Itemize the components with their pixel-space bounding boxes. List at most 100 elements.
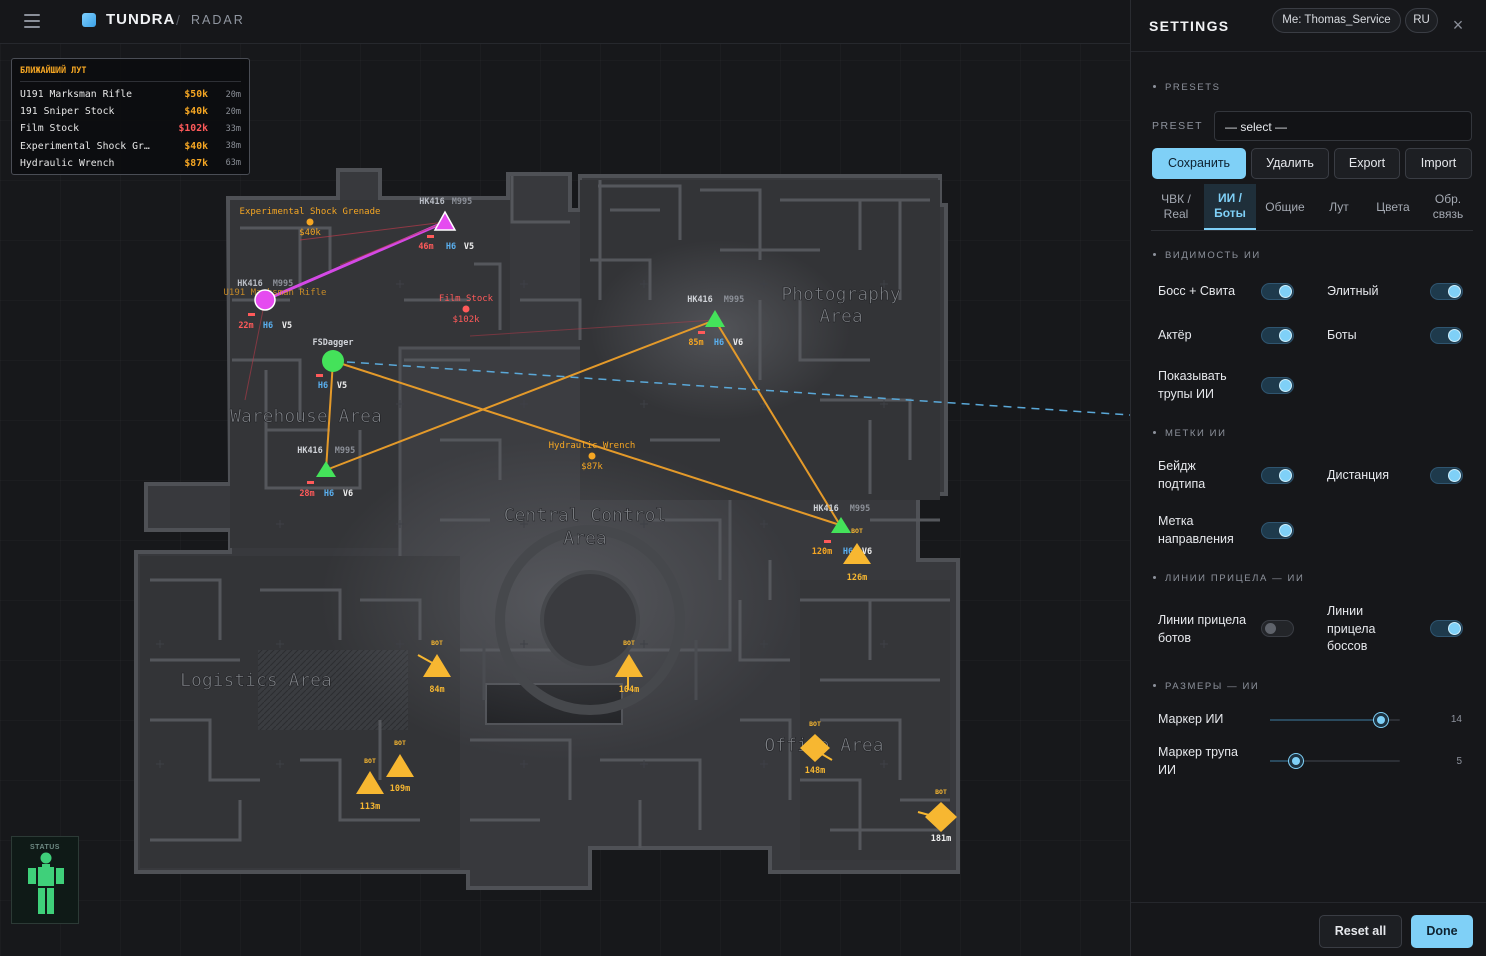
section-title-labels: МЕТКИ ИИ xyxy=(1153,428,1227,439)
svg-text:HK416: HK416 xyxy=(297,446,323,456)
toggle-bot-lines[interactable] xyxy=(1261,620,1294,637)
option-label-bot-lines: Линии прицела ботов xyxy=(1158,613,1247,645)
slider-ai-marker[interactable] xyxy=(1270,713,1400,727)
slider-thumb[interactable] xyxy=(1373,713,1388,727)
breadcrumb-separator: / xyxy=(176,12,180,28)
loot-row[interactable]: Hydraulic Wrench $87k 63m xyxy=(20,155,241,172)
svg-text:85m: 85m xyxy=(688,338,703,348)
settings-tabs: ЧВК / Real ИИ / Боты Общие Лут Цвета Обр… xyxy=(1151,184,1473,231)
settings-footer: Reset all Done xyxy=(1131,902,1486,956)
body-status-icon xyxy=(28,852,64,914)
svg-text:H6: H6 xyxy=(324,489,334,499)
section-title-visibility: ВИДИМОСТЬ ИИ xyxy=(1153,250,1261,261)
radar-map[interactable]: Photography Area Warehouse Area Central … xyxy=(0,0,1130,956)
svg-text:H6: H6 xyxy=(318,381,328,391)
area-label-photography-2: Area xyxy=(819,306,862,327)
tab-pmc-real[interactable]: ЧВК / Real xyxy=(1151,184,1201,230)
settings-panel: SETTINGS Me: Thomas_Service RU × PRESETS… xyxy=(1130,0,1486,956)
slider-label-ai-marker: Маркер ИИ xyxy=(1158,712,1224,726)
map-loot-price: $102k xyxy=(452,315,480,325)
map-loot-name: Experimental Shock Grenade xyxy=(240,207,381,217)
delete-button[interactable]: Удалить xyxy=(1251,148,1329,179)
svg-text:BOT: BOT xyxy=(364,757,376,765)
map-loot-name: Hydraulic Wrench xyxy=(549,441,636,451)
toggle-subtype-badge[interactable] xyxy=(1261,467,1294,484)
svg-text:M995: M995 xyxy=(850,504,870,514)
toggle-direction[interactable] xyxy=(1261,522,1294,539)
svg-text:M995: M995 xyxy=(452,197,472,207)
export-button[interactable]: Export xyxy=(1334,148,1400,179)
loot-item-price: $87k xyxy=(184,157,208,169)
close-icon[interactable]: × xyxy=(1450,15,1466,35)
loot-item-distance: 20m xyxy=(225,89,241,100)
slider-fill xyxy=(1270,719,1381,721)
loot-item-name: U191 Marksman Rifle xyxy=(20,89,133,101)
svg-text:M995: M995 xyxy=(724,295,744,305)
reset-all-button[interactable]: Reset all xyxy=(1319,915,1402,948)
toggle-actor[interactable] xyxy=(1261,327,1294,344)
loot-row[interactable]: 191 Sniper Stock $40k 20m xyxy=(20,103,241,120)
tab-loot[interactable]: Лут xyxy=(1314,184,1364,230)
section-title-sizes: РАЗМЕРЫ — ИИ xyxy=(1153,681,1259,692)
toggle-elite[interactable] xyxy=(1430,283,1463,300)
user-chip[interactable]: Me: Thomas_Service xyxy=(1272,8,1401,33)
svg-text:109m: 109m xyxy=(390,784,410,794)
tab-general[interactable]: Общие xyxy=(1259,184,1311,230)
svg-text:BOT: BOT xyxy=(935,788,947,796)
svg-text:HK416: HK416 xyxy=(687,295,713,305)
map-loot-price: $40k xyxy=(299,228,321,238)
preset-label: PRESET xyxy=(1152,120,1204,132)
option-label-corpses: Показывать трупы ИИ xyxy=(1158,369,1227,401)
svg-text:84m: 84m xyxy=(429,685,444,695)
svg-text:104m: 104m xyxy=(619,685,639,695)
slider-value-ai-corpse: 5 xyxy=(1456,756,1462,767)
section-title-sightlines: ЛИНИИ ПРИЦЕЛА — ИИ xyxy=(1153,573,1304,584)
loot-item-distance: 33m xyxy=(225,123,241,134)
top-bar: TUNDRA / RADAR xyxy=(0,0,1130,44)
area-label-logistics: Logistics Area xyxy=(180,670,332,691)
done-button[interactable]: Done xyxy=(1411,915,1473,948)
toggle-boss-lines[interactable] xyxy=(1430,620,1463,637)
save-button[interactable]: Сохранить xyxy=(1152,148,1246,179)
toggle-corpses[interactable] xyxy=(1261,377,1294,394)
preset-select[interactable]: — select — xyxy=(1214,111,1472,141)
loot-item-price: $40k xyxy=(184,140,208,152)
loot-row[interactable]: U191 Marksman Rifle $50k 20m xyxy=(20,86,241,103)
radar-canvas[interactable]: Photography Area Warehouse Area Central … xyxy=(0,44,1130,956)
loot-row[interactable]: Experimental Shock Gr… $40k 38m xyxy=(20,138,241,155)
slider-ai-corpse-marker[interactable] xyxy=(1270,754,1400,768)
settings-header: SETTINGS Me: Thomas_Service RU × xyxy=(1131,0,1486,52)
loot-item-name: Hydraulic Wrench xyxy=(20,157,115,169)
tab-feedback[interactable]: Обр. связь xyxy=(1423,184,1473,230)
area-label-central-control-2: Area xyxy=(563,528,606,549)
loot-item-name: 191 Sniper Stock xyxy=(20,106,115,118)
tab-colors[interactable]: Цвета xyxy=(1367,184,1419,230)
loot-row[interactable]: Film Stock $102k 33m xyxy=(20,120,241,137)
svg-text:28m: 28m xyxy=(299,489,314,499)
hamburger-menu-icon[interactable] xyxy=(24,14,40,28)
loot-item-name: Film Stock xyxy=(20,123,79,135)
loot-dot xyxy=(306,218,314,226)
toggle-boss[interactable] xyxy=(1261,283,1294,300)
svg-text:181m: 181m xyxy=(931,834,951,844)
svg-text:V5: V5 xyxy=(282,321,292,331)
app-name: TUNDRA xyxy=(106,11,176,28)
area-label-warehouse: Warehouse Area xyxy=(230,406,382,427)
area-label-photography: Photography xyxy=(781,284,900,305)
svg-text:46m: 46m xyxy=(418,242,433,252)
import-button[interactable]: Import xyxy=(1405,148,1472,179)
language-chip[interactable]: RU xyxy=(1405,8,1438,33)
section-title-presets: PRESETS xyxy=(1153,82,1221,93)
loot-item-price: $40k xyxy=(184,106,208,118)
svg-text:M995: M995 xyxy=(273,279,293,289)
svg-text:V6: V6 xyxy=(733,338,743,348)
svg-text:HK416: HK416 xyxy=(813,504,839,514)
toggle-distance[interactable] xyxy=(1430,467,1463,484)
toggle-bots[interactable] xyxy=(1430,327,1463,344)
app-logo xyxy=(82,13,96,27)
loot-item-price: $102k xyxy=(178,123,209,135)
slider-thumb[interactable] xyxy=(1289,754,1303,768)
slider-label-ai-corpse: Маркер трупа ИИ xyxy=(1158,745,1238,777)
status-widget: STATUS xyxy=(11,836,79,924)
tab-ai-bots[interactable]: ИИ / Боты xyxy=(1204,184,1256,230)
